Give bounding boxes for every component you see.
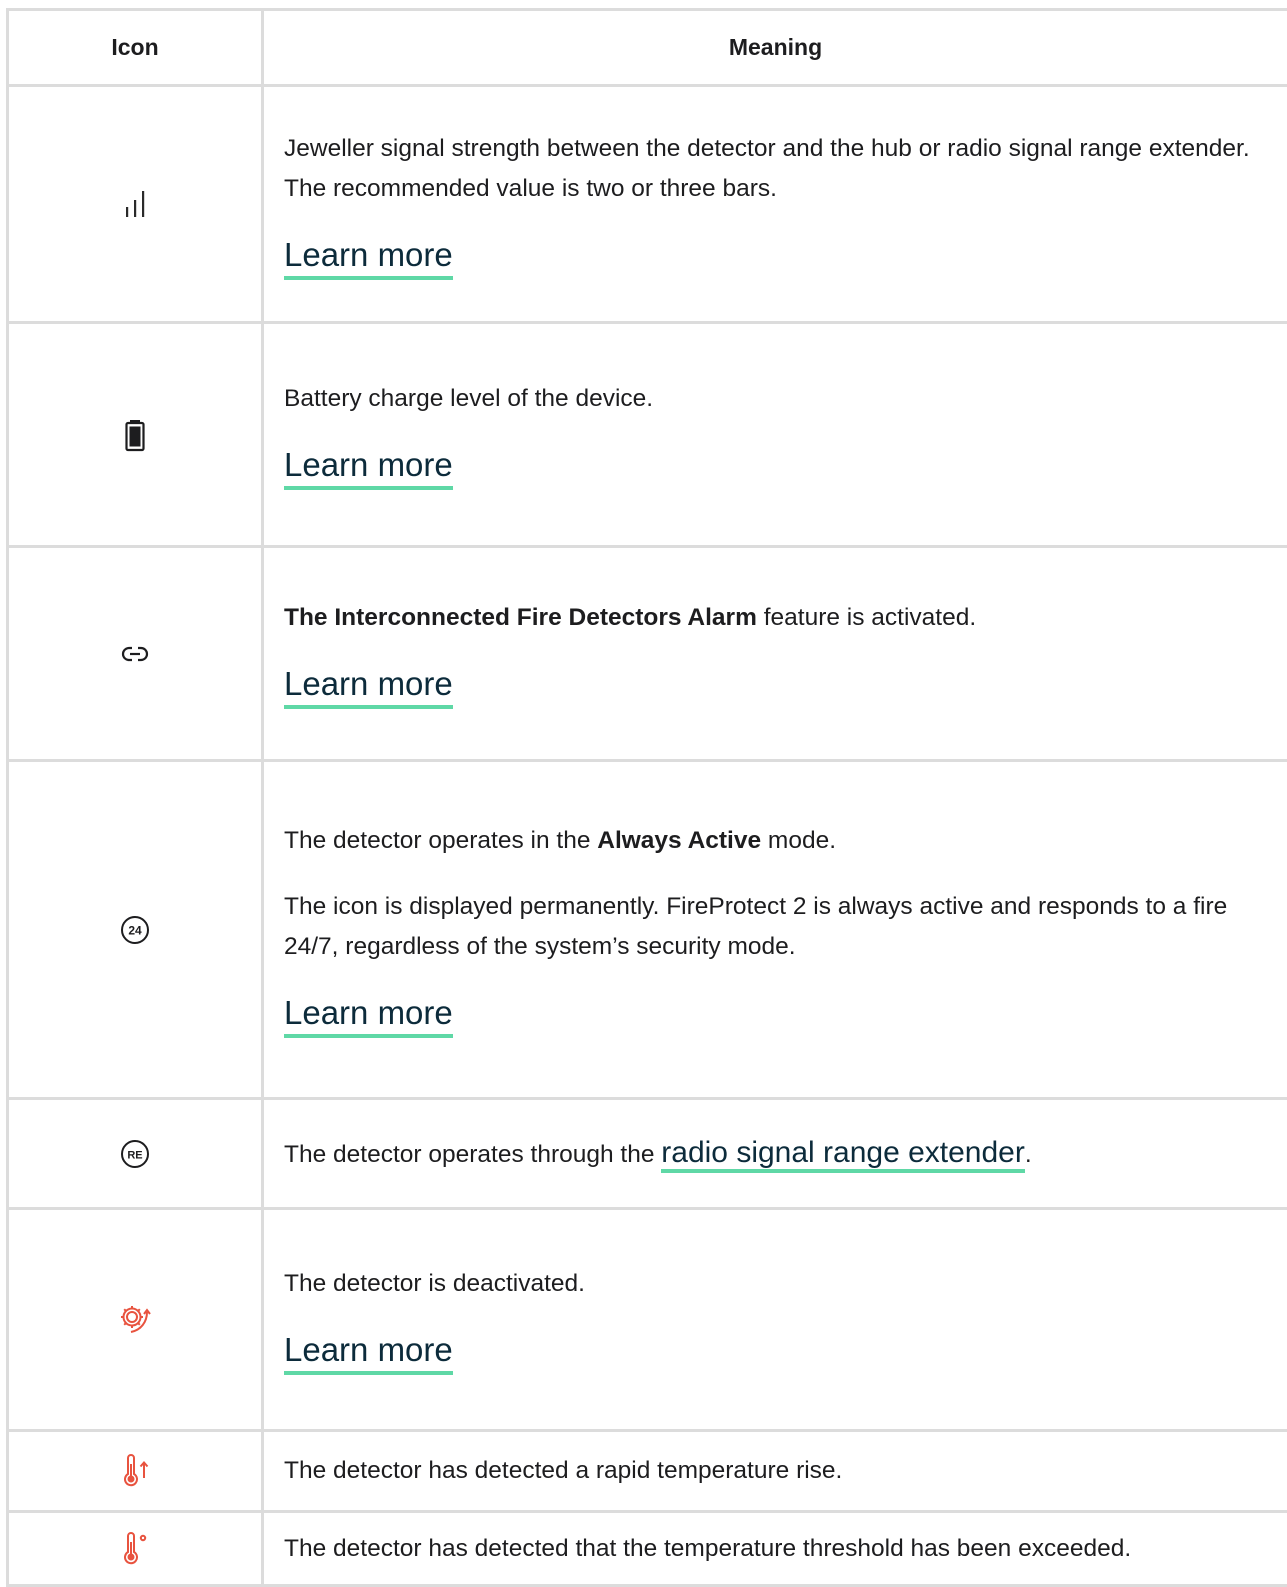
table-row: The detector is deactivated. Learn more <box>8 1209 1287 1431</box>
learn-more-link[interactable]: Learn more <box>284 235 453 280</box>
learn-more-link[interactable]: Learn more <box>284 445 453 490</box>
table-row: Jeweller signal strength between the det… <box>8 86 1287 323</box>
feature-name: The Interconnected Fire Detectors Alarm <box>284 604 757 631</box>
temperature-threshold-icon <box>119 1540 151 1557</box>
row-text: The detector has detected a rapid temper… <box>284 1451 1271 1491</box>
deactivated-gear-icon <box>115 1311 155 1328</box>
signal-strength-icon <box>118 195 152 212</box>
row-text: Jeweller signal strength between the det… <box>284 129 1271 209</box>
link-icon <box>120 645 150 662</box>
row-text-end: mode. <box>761 827 836 854</box>
icon-24-label: 24 <box>128 923 142 937</box>
table-row: The Interconnected Fire Detectors Alarm … <box>8 547 1287 761</box>
header-icon: Icon <box>8 10 263 86</box>
row-text: The detector has detected that the tempe… <box>284 1529 1271 1569</box>
always-active-24-icon: 24 <box>119 921 151 938</box>
learn-more-link[interactable]: Learn more <box>284 664 453 709</box>
table-row: RE The detector operates through the rad… <box>8 1099 1287 1209</box>
row-text-end: . <box>1025 1141 1032 1168</box>
table-row: 24 The detector operates in the Always A… <box>8 761 1287 1099</box>
row-text: feature is activated. <box>757 604 976 631</box>
radio-signal-range-extender-link[interactable]: radio signal range extender <box>661 1136 1025 1173</box>
row-text-secondary: The icon is displayed permanently. FireP… <box>284 887 1271 967</box>
learn-more-link[interactable]: Learn more <box>284 993 453 1038</box>
table-row: The detector has detected a rapid temper… <box>8 1431 1287 1512</box>
row-text: The detector operates in the <box>284 827 597 854</box>
temperature-rise-icon <box>119 1462 151 1479</box>
header-meaning: Meaning <box>263 10 1287 86</box>
table-row: Battery charge level of the device. Lear… <box>8 323 1287 547</box>
row-text: The detector operates through the <box>284 1141 661 1168</box>
table-row: The detector has detected that the tempe… <box>8 1512 1287 1586</box>
row-text: Battery charge level of the device. <box>284 379 1271 419</box>
range-extender-re-icon: RE <box>119 1145 151 1162</box>
icon-re-label: RE <box>127 1149 142 1161</box>
mode-name: Always Active <box>597 827 761 854</box>
learn-more-link[interactable]: Learn more <box>284 1330 453 1375</box>
icon-meaning-table: Icon Meaning Jeweller signal strength be… <box>6 8 1287 1587</box>
battery-icon <box>120 426 150 443</box>
row-text: The detector is deactivated. <box>284 1264 1271 1304</box>
table-header-row: Icon Meaning <box>8 10 1287 86</box>
